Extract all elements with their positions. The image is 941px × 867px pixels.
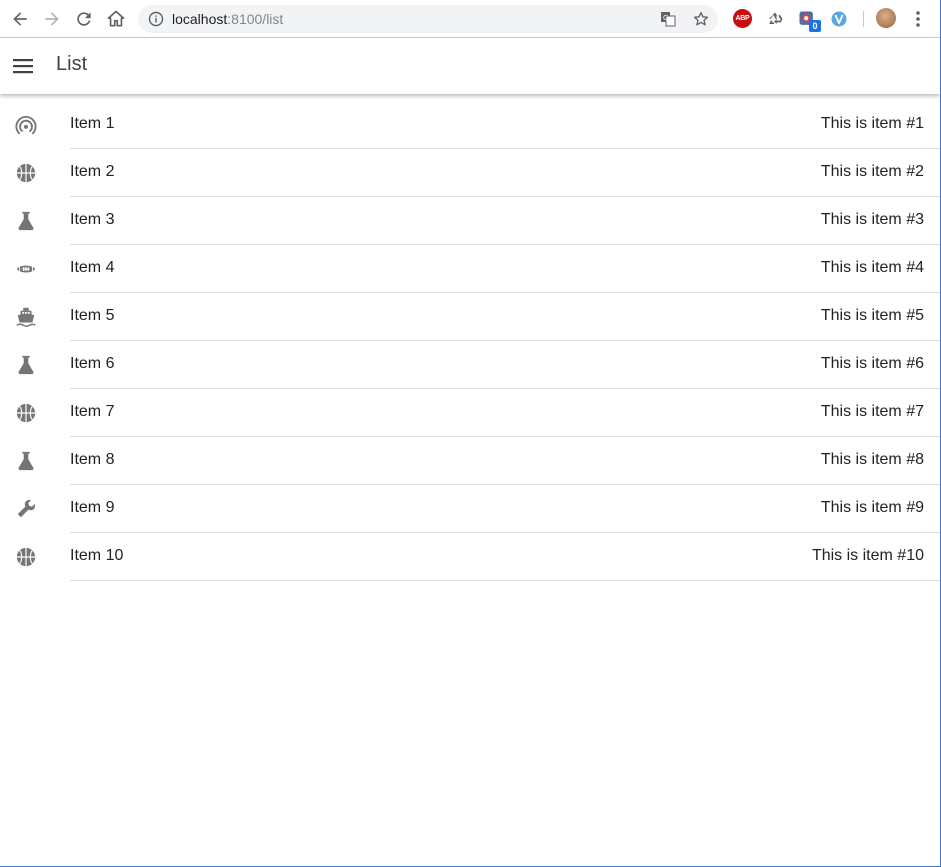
list-item-title: Item 6 <box>70 355 115 372</box>
menu-button[interactable] <box>10 54 36 78</box>
vivaldi-extension-icon[interactable] <box>829 9 849 29</box>
translate-icon[interactable]: G <box>660 11 676 27</box>
list-item-note: This is item #1 <box>820 115 924 132</box>
list-item-note: This is item #5 <box>820 307 924 324</box>
list-item-inner: Item 1 This is item #1 <box>70 101 940 149</box>
app-toolbar: List <box>0 38 940 94</box>
back-button[interactable] <box>8 7 32 31</box>
list-item-note: This is item #7 <box>820 403 924 420</box>
url-text[interactable]: localhost:8100/list <box>172 11 283 27</box>
list-item-note: This is item #10 <box>811 547 924 564</box>
recycle-extension-icon[interactable] <box>765 9 785 29</box>
list-item-inner: Item 10 This is item #10 <box>70 533 940 581</box>
url-path: :8100/list <box>227 11 284 27</box>
flask-icon <box>18 355 34 375</box>
list-item-inner: Item 8 This is item #8 <box>70 437 940 485</box>
boat-icon <box>16 307 36 328</box>
basketball-icon <box>16 547 36 567</box>
bookmark-star-icon[interactable] <box>692 10 710 28</box>
list-item[interactable]: Item 3 This is item #3 <box>0 197 940 245</box>
toolbar-divider <box>863 11 864 27</box>
list-item[interactable]: Item 9 This is item #9 <box>0 485 940 533</box>
home-icon <box>107 10 125 27</box>
list-item-inner: Item 4 This is item #4 <box>70 245 940 293</box>
list-item-title: Item 2 <box>70 163 115 180</box>
list-item-note: This is item #6 <box>820 355 924 372</box>
list-item[interactable]: Item 5 This is item #5 <box>0 293 940 341</box>
hamburger-menu-icon <box>13 59 33 74</box>
list-item-inner: Item 9 This is item #9 <box>70 485 940 533</box>
list-item-title: Item 10 <box>70 547 124 564</box>
list-item-icon <box>14 401 38 425</box>
list-item-title: Item 5 <box>70 307 115 324</box>
info-icon[interactable] <box>148 11 164 27</box>
list-item[interactable]: Item 6 This is item #6 <box>0 341 940 389</box>
list-item-note: This is item #4 <box>820 259 924 276</box>
wifi-icon <box>15 115 37 135</box>
list-item-note: This is item #2 <box>820 163 924 180</box>
list-item[interactable]: Item 10 This is item #10 <box>0 533 940 581</box>
list-item-icon <box>14 545 38 569</box>
browser-window: localhost:8100/list G ABP 0 List Item 1 … <box>0 0 941 867</box>
forward-button[interactable] <box>40 7 64 31</box>
basketball-icon <box>16 163 36 183</box>
list-item-icon <box>14 113 38 137</box>
reload-icon <box>77 12 91 26</box>
adblock-extension-button[interactable]: ABP <box>733 9 752 28</box>
basketball-icon <box>16 403 36 423</box>
arrow-right-icon <box>45 12 59 26</box>
list-item-icon <box>14 305 38 329</box>
list-item-icon <box>14 449 38 473</box>
list-item-icon <box>14 209 38 233</box>
list-item-title: Item 8 <box>70 451 115 468</box>
list-item-inner: Item 5 This is item #5 <box>70 293 940 341</box>
list-item-note: This is item #3 <box>820 211 924 228</box>
american-football-icon <box>16 265 36 273</box>
more-vertical-icon[interactable] <box>910 9 926 29</box>
arrow-left-icon <box>13 12 27 26</box>
list-item-title: Item 3 <box>70 211 115 228</box>
profile-avatar[interactable] <box>876 8 896 28</box>
address-bar[interactable]: localhost:8100/list G <box>138 5 718 33</box>
reload-button[interactable] <box>72 7 96 31</box>
list-item-title: Item 1 <box>70 115 115 132</box>
list-item[interactable]: Item 7 This is item #7 <box>0 389 940 437</box>
list-item-note: This is item #9 <box>820 499 924 516</box>
build-icon <box>17 499 36 518</box>
list-item-icon <box>14 161 38 185</box>
page-title: List <box>56 53 88 75</box>
list-item-inner: Item 6 This is item #6 <box>70 341 940 389</box>
list-item-inner: Item 3 This is item #3 <box>70 197 940 245</box>
home-button[interactable] <box>104 7 128 31</box>
list-item-inner: Item 7 This is item #7 <box>70 389 940 437</box>
url-host: localhost <box>172 11 228 27</box>
list-item-title: Item 9 <box>70 499 115 516</box>
list-item[interactable]: Item 8 This is item #8 <box>0 437 940 485</box>
list-item-icon <box>14 353 38 377</box>
list-item[interactable]: Item 1 This is item #1 <box>0 101 940 149</box>
extension-badge: 0 <box>809 20 821 32</box>
list-item-note: This is item #8 <box>820 451 924 468</box>
list-item-icon <box>14 497 38 521</box>
list-item-title: Item 4 <box>70 259 115 276</box>
list-item-icon <box>14 257 38 281</box>
item-list: Item 1 This is item #1 Item 2 This is item… <box>0 101 940 581</box>
list-item-inner: Item 2 This is item #2 <box>70 149 940 197</box>
list-item[interactable]: Item 4 This is item #4 <box>0 245 940 293</box>
flask-icon <box>18 211 34 231</box>
svg-text:G: G <box>663 14 668 22</box>
flask-icon <box>18 451 34 471</box>
list-item-title: Item 7 <box>70 403 115 420</box>
browser-toolbar: localhost:8100/list G ABP 0 <box>0 0 940 38</box>
list-item[interactable]: Item 2 This is item #2 <box>0 149 940 197</box>
